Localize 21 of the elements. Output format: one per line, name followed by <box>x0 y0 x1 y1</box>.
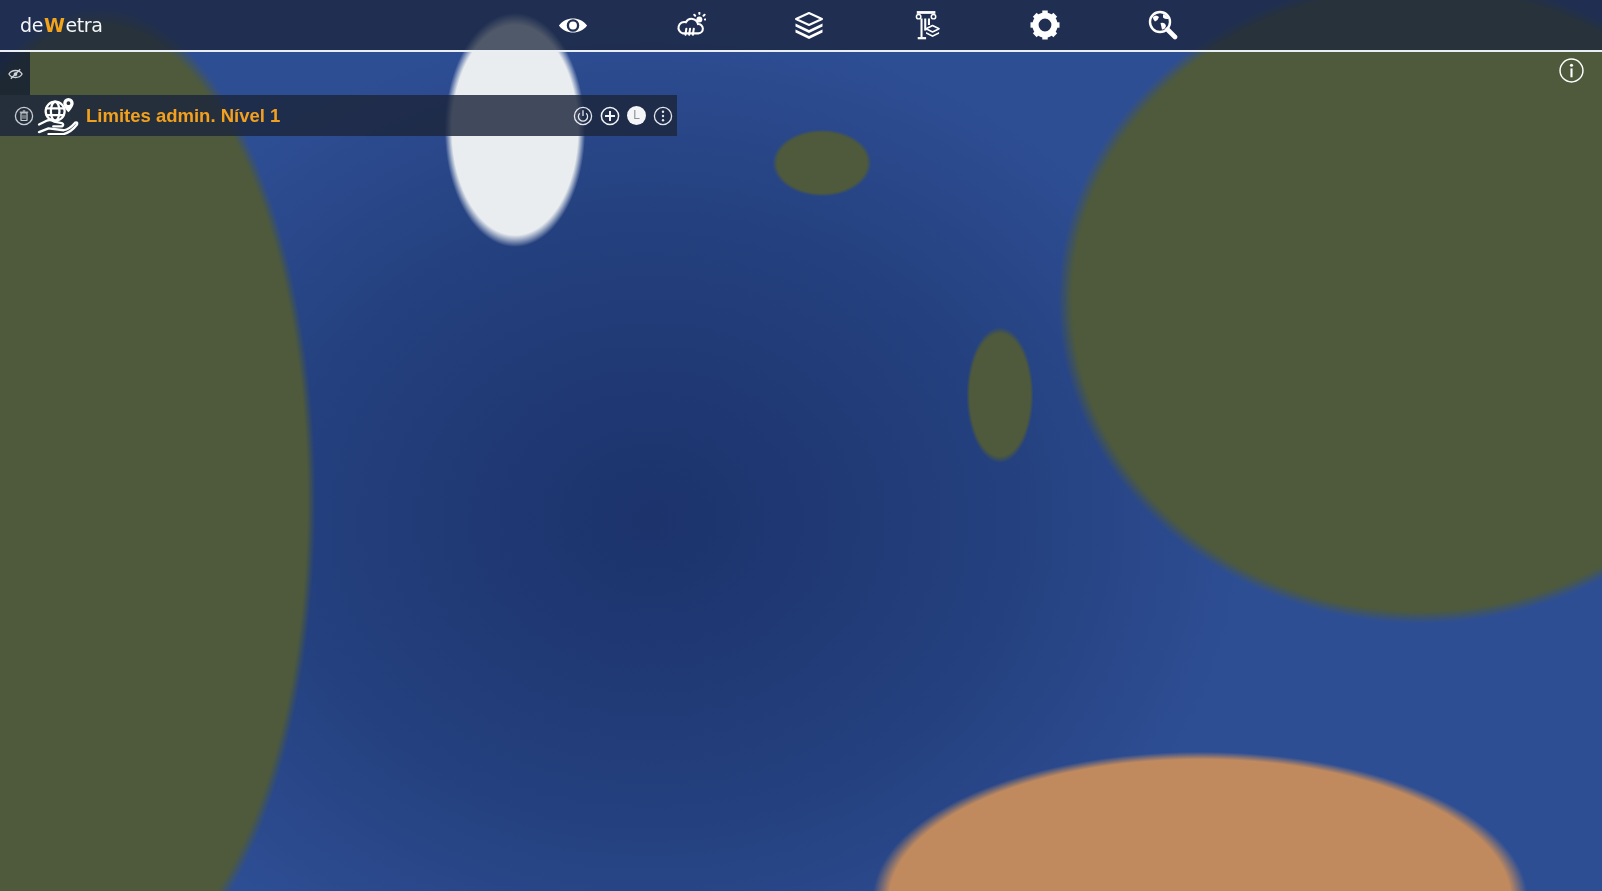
info-icon <box>1559 58 1584 83</box>
letter-button[interactable]: L <box>627 106 646 125</box>
more-icon <box>653 105 673 126</box>
column-layers-icon <box>913 10 940 40</box>
globe-search-icon <box>1147 10 1178 40</box>
layer-title: Limites admin. Nível 1 <box>86 104 281 127</box>
logo-wordmark: deWetra <box>20 15 103 35</box>
info-button[interactable] <box>1559 58 1584 83</box>
delete-button[interactable] <box>14 105 34 126</box>
visibility-button[interactable] <box>6 67 24 81</box>
cloud-sun-rain-icon <box>675 12 706 38</box>
layers-icon <box>793 11 824 39</box>
trash-icon <box>14 105 34 126</box>
eye-slash-icon <box>7 68 23 80</box>
globe-hand-icon <box>37 96 79 135</box>
plus-icon <box>600 105 620 126</box>
add-button[interactable] <box>600 105 620 126</box>
more-button[interactable] <box>653 105 673 126</box>
power-icon <box>573 105 593 126</box>
power-button[interactable] <box>573 105 593 126</box>
settings-icon <box>1029 10 1060 40</box>
